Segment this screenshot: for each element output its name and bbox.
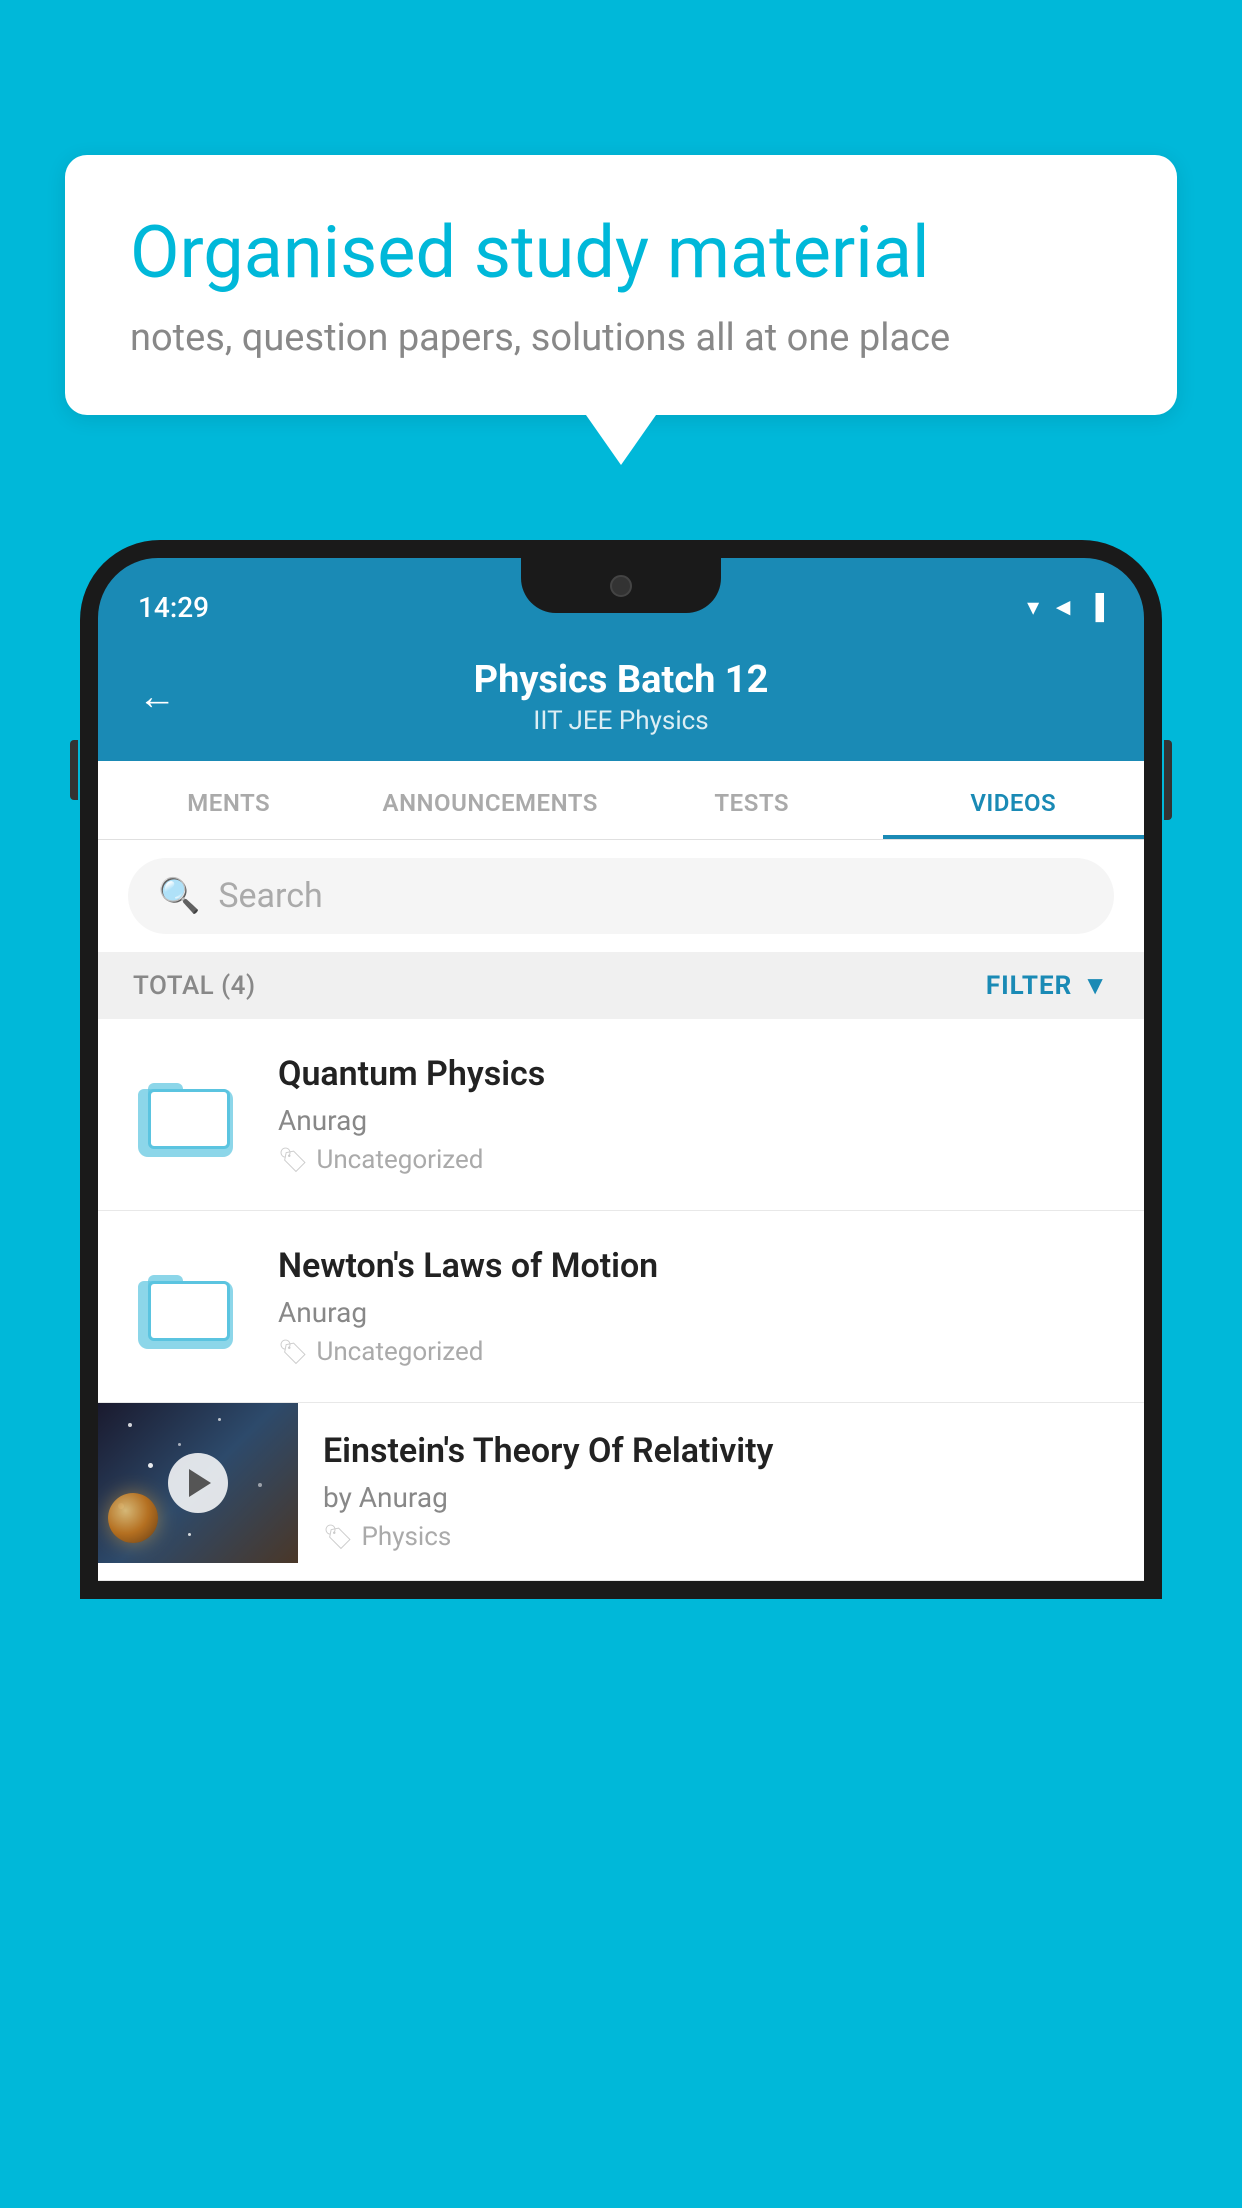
search-icon: 🔍 xyxy=(158,876,200,916)
video-title: Einstein's Theory Of Relativity xyxy=(323,1431,1119,1471)
filter-label: FILTER xyxy=(986,971,1072,1001)
speech-bubble-card: Organised study material notes, question… xyxy=(65,155,1177,415)
status-icons: ▾ ◄ ▐ xyxy=(1027,593,1104,622)
folder-icon xyxy=(138,1072,238,1157)
search-bar[interactable]: 🔍 Search xyxy=(128,858,1114,934)
app-header: ← Physics Batch 12 IIT JEE Physics xyxy=(98,638,1144,761)
status-time: 14:29 xyxy=(138,591,209,624)
total-count-label: TOTAL (4) xyxy=(133,971,256,1001)
tab-videos[interactable]: VIDEOS xyxy=(883,761,1145,839)
header-subtitle: IIT JEE Physics xyxy=(474,706,769,736)
filter-button[interactable]: FILTER ▼ xyxy=(986,970,1109,1001)
list-item[interactable]: Newton's Laws of Motion Anurag 🏷 Uncateg… xyxy=(98,1211,1144,1403)
phone-frame: 14:29 ▾ ◄ ▐ ← Physics Batch 12 IIT JEE P… xyxy=(80,540,1162,2208)
volume-button xyxy=(70,740,78,800)
filter-icon: ▼ xyxy=(1082,970,1109,1001)
video-info: Newton's Laws of Motion Anurag 🏷 Uncateg… xyxy=(278,1246,1114,1367)
video-title: Quantum Physics xyxy=(278,1054,1114,1094)
list-item[interactable]: Quantum Physics Anurag 🏷 Uncategorized xyxy=(98,1019,1144,1211)
speech-bubble-title: Organised study material xyxy=(130,210,1112,296)
search-input[interactable]: Search xyxy=(218,876,322,916)
video-tag: 🏷 Uncategorized xyxy=(278,1145,1114,1175)
power-button xyxy=(1164,740,1172,820)
video-author: by Anurag xyxy=(323,1481,1119,1514)
tag-label: Uncategorized xyxy=(316,1145,483,1175)
list-item[interactable]: Einstein's Theory Of Relativity by Anura… xyxy=(98,1403,1144,1581)
tab-tests[interactable]: TESTS xyxy=(621,761,883,839)
phone-outer-shell: 14:29 ▾ ◄ ▐ ← Physics Batch 12 IIT JEE P… xyxy=(80,540,1162,1599)
video-tag: 🏷 Uncategorized xyxy=(278,1337,1114,1367)
speech-bubble-subtitle: notes, question papers, solutions all at… xyxy=(130,316,1112,360)
video-list: Quantum Physics Anurag 🏷 Uncategorized xyxy=(98,1019,1144,1581)
front-camera xyxy=(610,575,632,597)
video-info: Quantum Physics Anurag 🏷 Uncategorized xyxy=(278,1054,1114,1175)
video-author: Anurag xyxy=(278,1296,1114,1329)
tag-icon: 🏷 xyxy=(323,1523,353,1551)
tag-label: Uncategorized xyxy=(316,1337,483,1367)
video-author: Anurag xyxy=(278,1104,1114,1137)
tab-ments[interactable]: MENTS xyxy=(98,761,360,839)
tag-icon: 🏷 xyxy=(278,1338,308,1366)
header-title: Physics Batch 12 xyxy=(474,658,769,702)
tabs-bar: MENTS ANNOUNCEMENTS TESTS VIDEOS xyxy=(98,761,1144,840)
video-info: Einstein's Theory Of Relativity by Anura… xyxy=(298,1403,1144,1580)
search-container: 🔍 Search xyxy=(98,840,1144,952)
video-tag: 🏷 Physics xyxy=(323,1522,1119,1552)
battery-icon: ▐ xyxy=(1087,593,1104,622)
space-background xyxy=(98,1403,298,1563)
header-title-group: Physics Batch 12 IIT JEE Physics xyxy=(474,658,769,736)
tag-label: Physics xyxy=(361,1522,451,1552)
video-thumbnail xyxy=(128,1067,248,1162)
einstein-thumbnail xyxy=(98,1403,298,1563)
video-title: Newton's Laws of Motion xyxy=(278,1246,1114,1286)
tab-announcements[interactable]: ANNOUNCEMENTS xyxy=(360,761,622,839)
speech-bubble-section: Organised study material notes, question… xyxy=(65,155,1177,465)
signal-icon: ◄ xyxy=(1051,593,1075,622)
wifi-icon: ▾ xyxy=(1027,593,1039,621)
filter-bar: TOTAL (4) FILTER ▼ xyxy=(98,952,1144,1019)
speech-bubble-tail xyxy=(586,415,656,465)
back-button[interactable]: ← xyxy=(138,675,176,719)
video-thumbnail xyxy=(128,1259,248,1354)
tag-icon: 🏷 xyxy=(278,1146,308,1174)
folder-icon xyxy=(138,1264,238,1349)
phone-notch xyxy=(521,558,721,613)
